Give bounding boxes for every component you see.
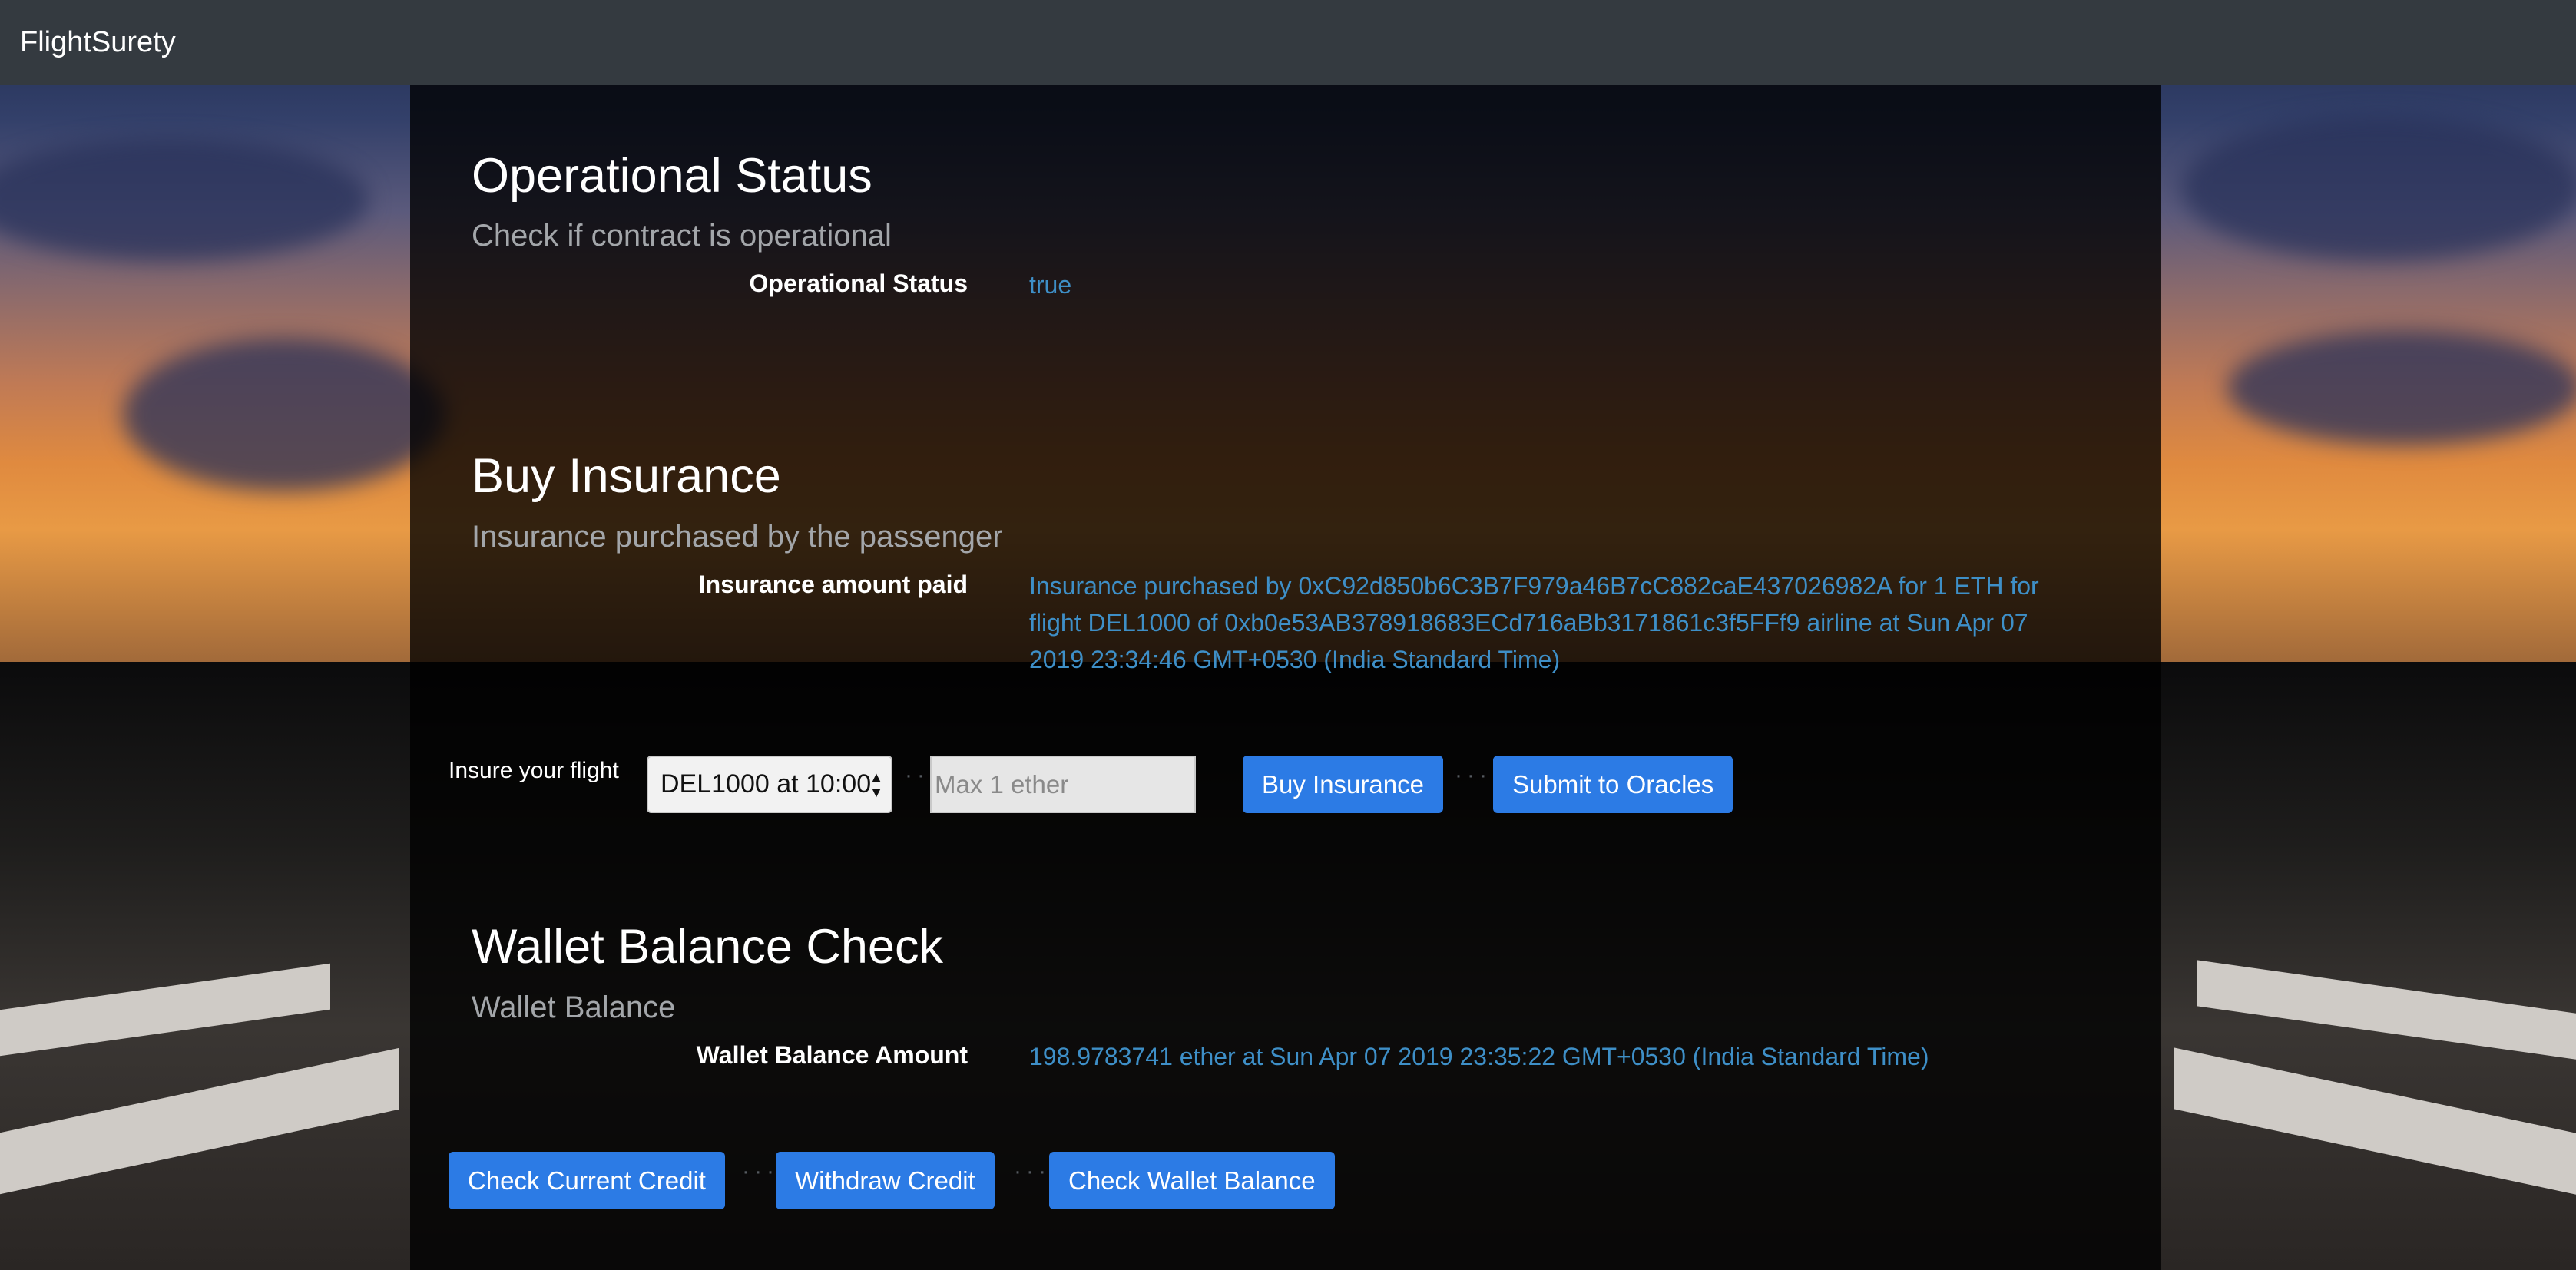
wallet-balance-subtitle: Wallet Balance xyxy=(472,991,676,1024)
cloud xyxy=(123,338,445,491)
ether-amount-input[interactable]: Max 1 ether xyxy=(930,756,1196,813)
separator-dots: ··· xyxy=(1014,1159,1051,1184)
buy-insurance-title: Buy Insurance xyxy=(472,449,781,503)
wallet-balance-label: Wallet Balance Amount xyxy=(696,1041,968,1069)
flight-select[interactable]: DEL1000 at 10:00 ▲ ▼ xyxy=(647,756,892,813)
insurance-amount-label: Insurance amount paid xyxy=(698,571,968,598)
buy-insurance-button[interactable]: Buy Insurance xyxy=(1243,756,1443,813)
separator-dots: ·· xyxy=(905,762,929,788)
separator-dots: ··· xyxy=(742,1159,779,1184)
insurance-value-line: flight DEL1000 of 0xb0e53AB378918683ECd7… xyxy=(1029,609,2028,637)
operational-status-title: Operational Status xyxy=(472,149,872,203)
wallet-balance-title: Wallet Balance Check xyxy=(472,920,943,974)
operational-status-value: true xyxy=(1029,271,1072,299)
cloud xyxy=(2227,330,2576,445)
operational-status-subtitle: Check if contract is operational xyxy=(472,219,892,253)
insurance-value-line: Insurance purchased by 0xC92d850b6C3B7F9… xyxy=(1029,572,2039,600)
flight-select-value: DEL1000 at 10:00 xyxy=(661,769,872,799)
brand-link[interactable]: FlightSurety xyxy=(20,26,176,59)
separator-dots: ··· xyxy=(1455,762,1492,788)
check-wallet-balance-button[interactable]: Check Wallet Balance xyxy=(1049,1152,1335,1209)
wallet-balance-value: 198.9783741 ether at Sun Apr 07 2019 23:… xyxy=(1029,1043,1929,1070)
submit-to-oracles-button[interactable]: Submit to Oracles xyxy=(1493,756,1733,813)
insurance-value-line: 2019 23:34:46 GMT+0530 (India Standard T… xyxy=(1029,646,1561,673)
insurance-amount-value: Insurance purchased by 0xC92d850b6C3B7F9… xyxy=(1029,567,2104,678)
cloud xyxy=(2181,115,2576,261)
navbar: FlightSurety xyxy=(0,0,2576,85)
up-down-arrows-icon: ▲ ▼ xyxy=(869,769,883,800)
buy-insurance-subtitle: Insurance purchased by the passenger xyxy=(472,520,1003,554)
main-panel: Operational Status Check if contract is … xyxy=(410,85,2161,1270)
withdraw-credit-button[interactable]: Withdraw Credit xyxy=(776,1152,995,1209)
insure-flight-label: Insure your flight xyxy=(449,758,619,783)
check-current-credit-button[interactable]: Check Current Credit xyxy=(449,1152,725,1209)
operational-status-label: Operational Status xyxy=(749,270,968,297)
